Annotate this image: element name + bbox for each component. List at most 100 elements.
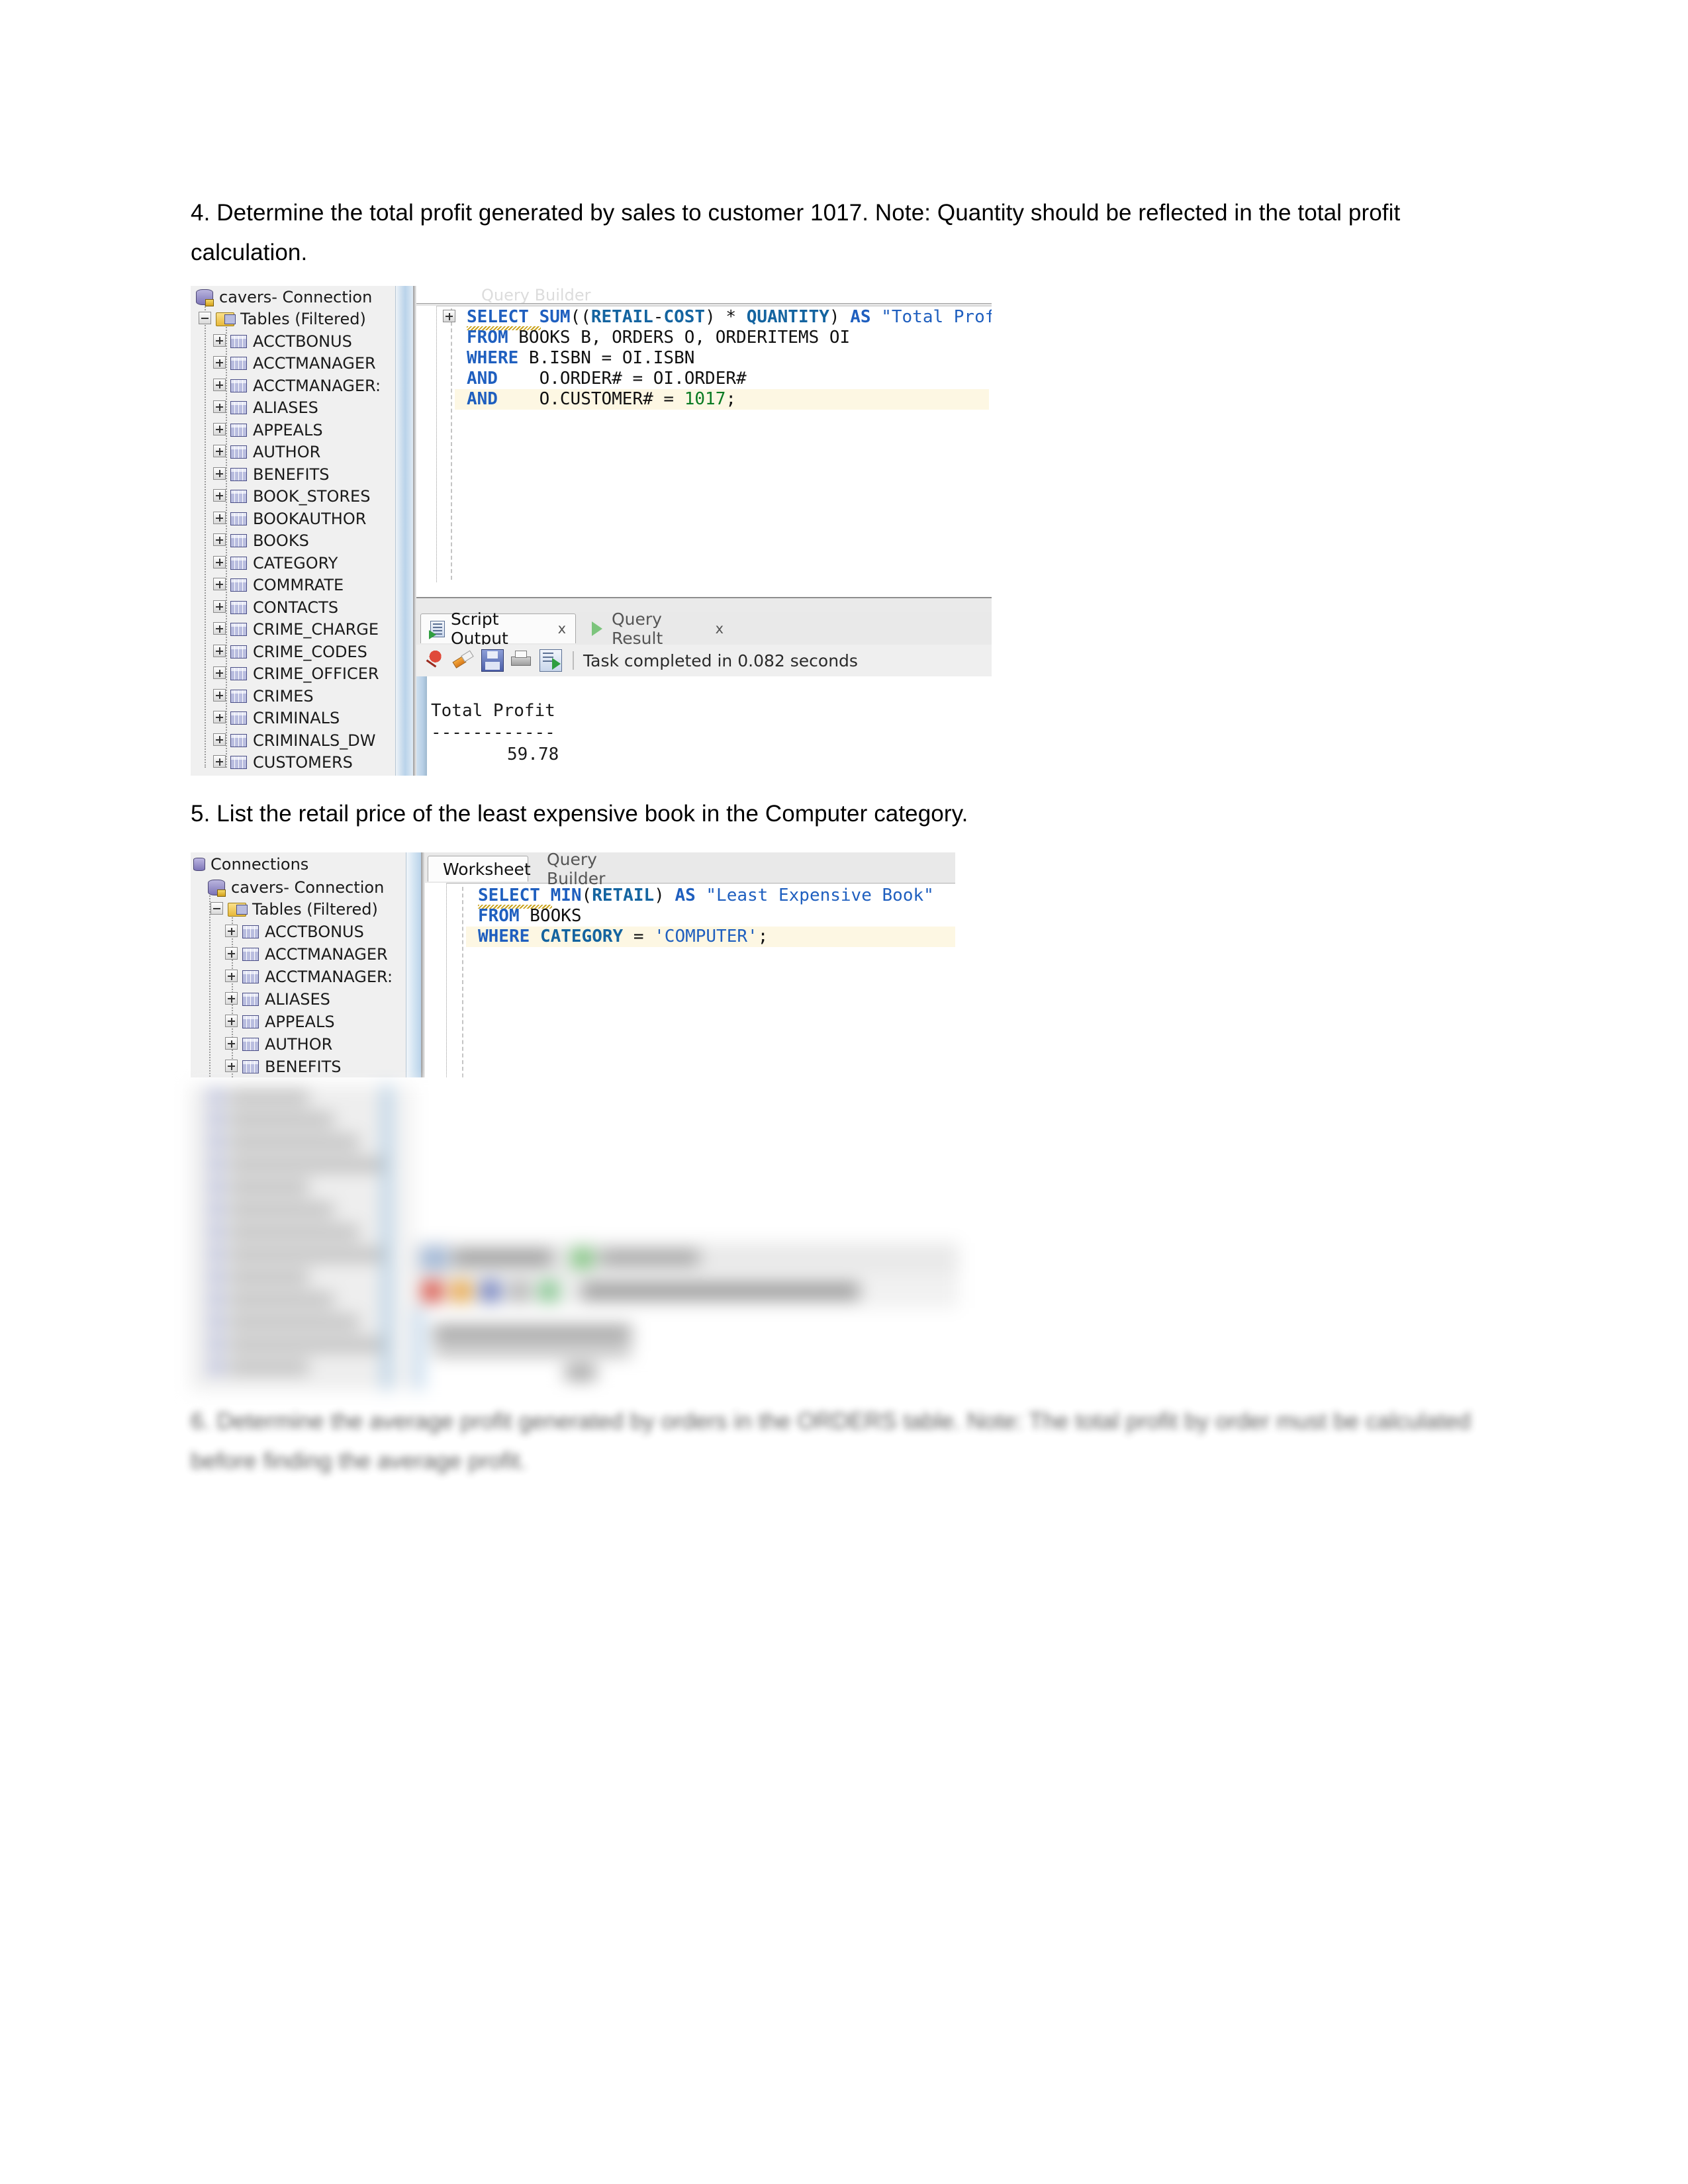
sql-line[interactable]: WHERE CATEGORY = 'COMPUTER'; (466, 927, 955, 947)
eraser-icon[interactable] (452, 649, 475, 672)
tree-toggle-plus-icon[interactable] (213, 666, 228, 681)
sql-code-1[interactable]: SELECT SUM((RETAIL-COST) * QUANTITY) AS … (455, 307, 992, 410)
pin-icon[interactable] (423, 649, 445, 672)
sql-line[interactable]: FROM BOOKS B, ORDERS O, ORDERITEMS OI (455, 328, 989, 348)
run-script-icon[interactable] (539, 649, 562, 672)
tree-toggle-plus-icon[interactable] (213, 733, 228, 748)
tree-toggle-minus-icon[interactable] (211, 902, 225, 917)
sql-line[interactable]: AND O.CUSTOMER# = 1017; (455, 389, 989, 410)
print-icon[interactable] (510, 649, 533, 672)
tree-toggle-plus-icon[interactable] (213, 356, 228, 371)
script-output-body-1: Total Profit ------------ 59.78 (416, 676, 992, 776)
tree-item-table[interactable]: CUSTOMERS (191, 752, 413, 774)
tab-query-builder-1[interactable]: Query Builder (481, 286, 590, 304)
tree-toggle-plus-icon[interactable] (213, 422, 228, 437)
tree-toggle-plus-icon[interactable] (213, 711, 228, 725)
table-list-2[interactable]: ACCTBONUS ACCTMANAGER ACCTMANAGER: ALIASES A… (191, 921, 421, 1077)
tree-item-table[interactable]: CATEGORY (191, 552, 413, 574)
tree-toggle-plus-icon[interactable] (225, 925, 240, 939)
tab-query-result-1[interactable]: Query Result x (581, 612, 733, 648)
tab-query-builder-2[interactable]: Query Builder (532, 852, 662, 888)
tree-node-connection-1[interactable]: cavers- Connection (191, 286, 413, 308)
tree-toggle-plus-icon[interactable] (213, 600, 228, 615)
tree-node-tables-2[interactable]: Tables (Filtered) (191, 899, 421, 921)
tree-toggle-plus-icon[interactable] (213, 334, 228, 349)
tree-item-table[interactable]: BENEFITS (191, 463, 413, 486)
sql-worksheet-editor-2[interactable]: Worksheet Query Builder SELECT MIN(RETAI… (425, 852, 955, 1077)
sql-line[interactable]: AND O.ORDER# = OI.ORDER# (455, 369, 989, 389)
tree-toggle-plus-icon[interactable] (213, 400, 228, 415)
table-name-label: CRIME_OFFICER (253, 664, 379, 684)
tree-toggle-plus-icon[interactable] (213, 755, 228, 770)
tree-item-table[interactable]: ACCTMANAGER: (191, 966, 421, 988)
sql-worksheet-editor-1[interactable]: Query Builder SELECT SUM((RETAIL-COST) *… (416, 286, 992, 597)
sql-line[interactable]: SELECT SUM((RETAIL-COST) * QUANTITY) AS … (455, 307, 992, 330)
save-icon[interactable] (481, 649, 504, 672)
tree-item-table[interactable]: ACCTBONUS (191, 330, 413, 353)
tree-toggle-plus-icon[interactable] (213, 688, 228, 704)
tree-toggle-plus-icon[interactable] (213, 445, 228, 459)
tab-worksheet-2[interactable]: Worksheet (428, 856, 531, 882)
connections-tree-panel-1[interactable]: cavers- Connection Tables (Filtered) ACC… (191, 286, 413, 776)
tree-item-table[interactable]: BOOK_STORES (191, 486, 413, 508)
tree-toggle-plus-icon[interactable] (225, 992, 240, 1007)
tab-script-output-1[interactable]: Script Output x (420, 612, 576, 648)
tree-scrollbar-1[interactable] (395, 286, 413, 776)
tree-item-table[interactable]: APPEALS (191, 419, 413, 441)
sql-code-2[interactable]: SELECT MIN(RETAIL) AS "Least Expensive B… (466, 886, 955, 947)
tree-node-tables-1[interactable]: Tables (Filtered) (191, 308, 413, 331)
table-icon (230, 667, 247, 681)
tree-item-table[interactable]: BOOKS (191, 530, 413, 553)
tree-item-table[interactable]: COMMRATE (191, 574, 413, 597)
tree-item-table[interactable]: BENEFITS (191, 1056, 421, 1077)
sql-line[interactable]: WHERE B.ISBN = OI.ISBN (455, 348, 989, 369)
tree-item-table[interactable]: ALIASES (191, 397, 413, 420)
table-list-1[interactable]: ACCTBONUS ACCTMANAGER ACCTMANAGER: ALIASES A… (191, 330, 413, 774)
editor-tabstrip-1[interactable]: Query Builder (416, 286, 992, 304)
tree-item-table[interactable]: CRIME_OFFICER (191, 663, 413, 686)
connections-tree-panel-2[interactable]: Connections cavers- Connection Tables (F… (191, 852, 421, 1077)
sql-line[interactable]: SELECT MIN(RETAIL) AS "Least Expensive B… (466, 886, 955, 909)
tree-item-table[interactable]: ACCTBONUS (191, 921, 421, 943)
tree-toggle-plus-icon[interactable] (225, 970, 240, 984)
tree-toggle-plus-icon[interactable] (213, 578, 228, 592)
question-5-text: 5. List the retail price of the least ex… (191, 801, 968, 827)
tree-toggle-plus-icon[interactable] (213, 489, 228, 504)
tree-item-table[interactable]: AUTHOR (191, 1033, 421, 1056)
tree-item-table[interactable]: CRIMES (191, 685, 413, 707)
tree-toggle-plus-icon[interactable] (213, 644, 228, 659)
tree-item-table[interactable]: ACCTMANAGER (191, 353, 413, 375)
output-tabstrip-1[interactable]: Script Output x Query Result x (416, 612, 992, 648)
editor-tabstrip-2[interactable]: Worksheet Query Builder (425, 852, 955, 888)
tree-item-table[interactable]: ACCTMANAGER (191, 943, 421, 966)
tree-toggle-plus-icon[interactable] (225, 1060, 240, 1074)
tree-toggle-plus-icon[interactable] (213, 555, 228, 570)
tree-item-table[interactable]: BOOKAUTHOR (191, 508, 413, 530)
tree-item-table[interactable]: CRIMINALS (191, 707, 413, 730)
tree-toggle-plus-icon[interactable] (213, 533, 228, 548)
tree-item-table[interactable]: CRIME_CODES (191, 641, 413, 663)
tree-toggle-plus-icon[interactable] (213, 467, 228, 482)
tree-item-table[interactable]: CONTACTS (191, 596, 413, 619)
tree-item-table[interactable]: APPEALS (191, 1011, 421, 1033)
tree-toggle-plus-icon[interactable] (225, 947, 240, 962)
table-icon (230, 445, 247, 459)
close-icon[interactable]: x (558, 621, 566, 637)
sql-line[interactable]: FROM BOOKS (466, 906, 955, 927)
table-icon (230, 401, 247, 415)
tree-item-table[interactable]: CRIMINALS_DW (191, 729, 413, 752)
tree-toggle-plus-icon[interactable] (225, 1015, 240, 1029)
tree-toggle-minus-icon[interactable] (199, 312, 213, 326)
tree-toggle-plus-icon[interactable] (213, 511, 228, 526)
close-icon[interactable]: x (716, 621, 724, 637)
tree-node-connection-2[interactable]: cavers- Connection (191, 876, 421, 899)
tree-scrollbar-2[interactable] (406, 852, 421, 1077)
tree-toggle-plus-icon[interactable] (213, 622, 228, 637)
tree-item-table[interactable]: ALIASES (191, 988, 421, 1011)
tree-toggle-plus-icon[interactable] (225, 1037, 240, 1052)
tree-toggle-plus-icon[interactable] (213, 378, 228, 393)
tree-item-table[interactable]: AUTHOR (191, 441, 413, 464)
tree-item-table[interactable]: CRIME_CHARGE (191, 619, 413, 641)
tree-item-table[interactable]: ACCTMANAGER: (191, 375, 413, 397)
output-toolbar-1[interactable]: Task completed in 0.082 seconds (416, 645, 992, 677)
